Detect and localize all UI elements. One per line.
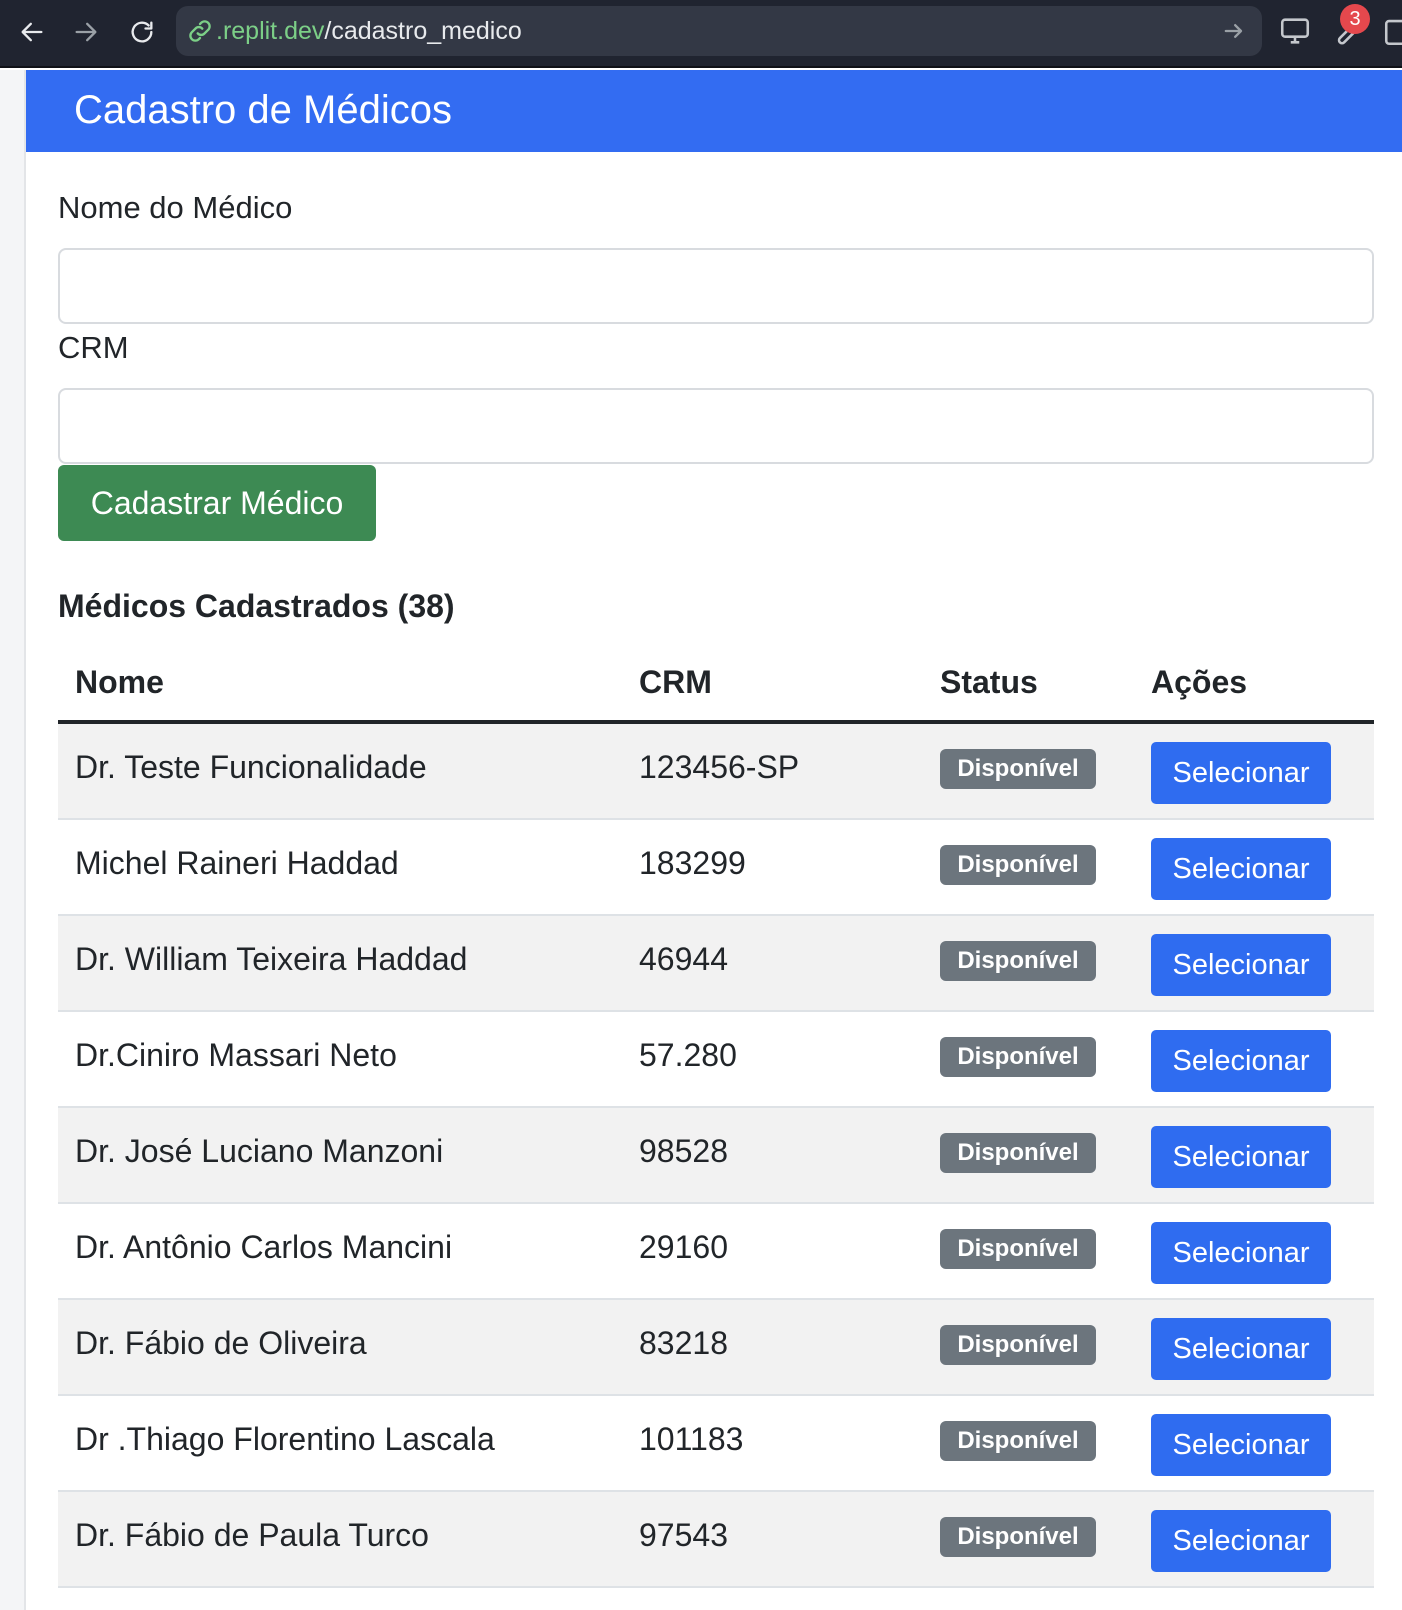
table-row: Dr. Teste Funcionalidade 123456-SP Dispo… <box>58 724 1374 820</box>
link-icon <box>189 20 211 42</box>
address-bar[interactable]: .replit.dev/cadastro_medico <box>176 6 1262 56</box>
doctor-name: Dr. William Teixeira Haddad <box>75 941 468 977</box>
extension-badge: 3 <box>1340 4 1370 34</box>
page-title: Cadastro de Médicos <box>74 88 452 132</box>
select-button[interactable]: Selecionar <box>1151 1126 1331 1188</box>
select-button[interactable]: Selecionar <box>1151 1318 1331 1380</box>
table-row: Dr. José Luciano Manzoni 98528 Disponíve… <box>58 1108 1374 1204</box>
status-badge: Disponível <box>940 941 1096 981</box>
doctor-crm: 83218 <box>639 1325 728 1361</box>
doctor-crm: 183299 <box>639 845 746 881</box>
column-header-acoes: Ações <box>1151 664 1248 700</box>
doctor-name: Dr. José Luciano Manzoni <box>75 1133 444 1169</box>
doctor-name: Dr. Fábio de Paula Turco <box>75 1517 429 1553</box>
select-button[interactable]: Selecionar <box>1151 742 1331 804</box>
url-path: /cadastro_medico <box>324 16 522 45</box>
table-row: Dr. Antônio Carlos Mancini 29160 Disponí… <box>58 1204 1374 1300</box>
doctor-crm: 97543 <box>639 1517 728 1553</box>
select-button[interactable]: Selecionar <box>1151 1030 1331 1092</box>
select-button[interactable]: Selecionar <box>1151 1414 1331 1476</box>
forward-icon[interactable] <box>66 12 106 52</box>
status-badge: Disponível <box>940 749 1096 789</box>
select-button[interactable]: Selecionar <box>1151 838 1331 900</box>
doctor-name: Dr. Teste Funcionalidade <box>75 749 427 785</box>
table-row: Dr .Thiago Florentino Lascala 101183 Dis… <box>58 1396 1374 1492</box>
name-label: Nome do Médico <box>58 190 293 225</box>
crm-input[interactable] <box>58 388 1374 464</box>
crm-label: CRM <box>58 330 129 365</box>
status-badge: Disponível <box>940 845 1096 885</box>
status-badge: Disponível <box>940 1133 1096 1173</box>
table-row: Dr. William Teixeira Haddad 46944 Dispon… <box>58 916 1374 1012</box>
app-header: Cadastro de Médicos <box>26 70 1402 152</box>
monitor-icon[interactable] <box>1278 14 1312 48</box>
doctors-list-title: Médicos Cadastrados (38) <box>58 588 455 624</box>
doctor-crm: 123456-SP <box>639 749 800 785</box>
doctor-crm: 57.280 <box>639 1037 737 1073</box>
status-badge: Disponível <box>940 1229 1096 1269</box>
select-button[interactable]: Selecionar <box>1151 934 1331 996</box>
table-header: Nome CRM Status Ações <box>58 652 1374 724</box>
column-header-nome: Nome <box>75 664 164 700</box>
browser-toolbar: .replit.dev/cadastro_medico 3 <box>0 0 1402 68</box>
register-doctor-button[interactable]: Cadastrar Médico <box>58 465 376 541</box>
doctor-name: Dr .Thiago Florentino Lascala <box>75 1421 495 1457</box>
doctors-table: Nome CRM Status Ações Dr. Teste Funciona… <box>58 652 1374 1588</box>
column-header-status: Status <box>940 664 1038 700</box>
doctor-name: Dr.Ciniro Massari Neto <box>75 1037 397 1073</box>
doctor-name: Dr. Fábio de Oliveira <box>75 1325 367 1361</box>
name-input[interactable] <box>58 248 1374 324</box>
open-external-icon[interactable] <box>1382 14 1402 48</box>
column-header-crm: CRM <box>639 664 712 700</box>
go-arrow-icon[interactable] <box>1220 17 1248 45</box>
doctor-crm: 29160 <box>639 1229 728 1265</box>
status-badge: Disponível <box>940 1037 1096 1077</box>
table-row: Dr.Ciniro Massari Neto 57.280 Disponível… <box>58 1012 1374 1108</box>
doctor-name: Dr. Antônio Carlos Mancini <box>75 1229 453 1265</box>
status-badge: Disponível <box>940 1325 1096 1365</box>
doctor-name: Michel Raineri Haddad <box>75 845 399 881</box>
doctor-crm: 101183 <box>639 1421 744 1457</box>
back-icon[interactable] <box>12 12 52 52</box>
doctor-crm: 98528 <box>639 1133 728 1169</box>
page-gutter <box>0 70 24 1610</box>
url-host: .replit.dev <box>216 16 325 45</box>
table-row: Michel Raineri Haddad 183299 Disponível … <box>58 820 1374 916</box>
status-badge: Disponível <box>940 1421 1096 1461</box>
select-button[interactable]: Selecionar <box>1151 1510 1331 1572</box>
reload-icon[interactable] <box>122 12 162 52</box>
status-badge: Disponível <box>940 1517 1096 1557</box>
table-row: Dr. Fábio de Oliveira 83218 Disponível S… <box>58 1300 1374 1396</box>
select-button[interactable]: Selecionar <box>1151 1222 1331 1284</box>
doctor-crm: 46944 <box>639 941 728 977</box>
table-row: Dr. Fábio de Paula Turco 97543 Disponíve… <box>58 1492 1374 1588</box>
page-divider <box>24 70 26 1610</box>
